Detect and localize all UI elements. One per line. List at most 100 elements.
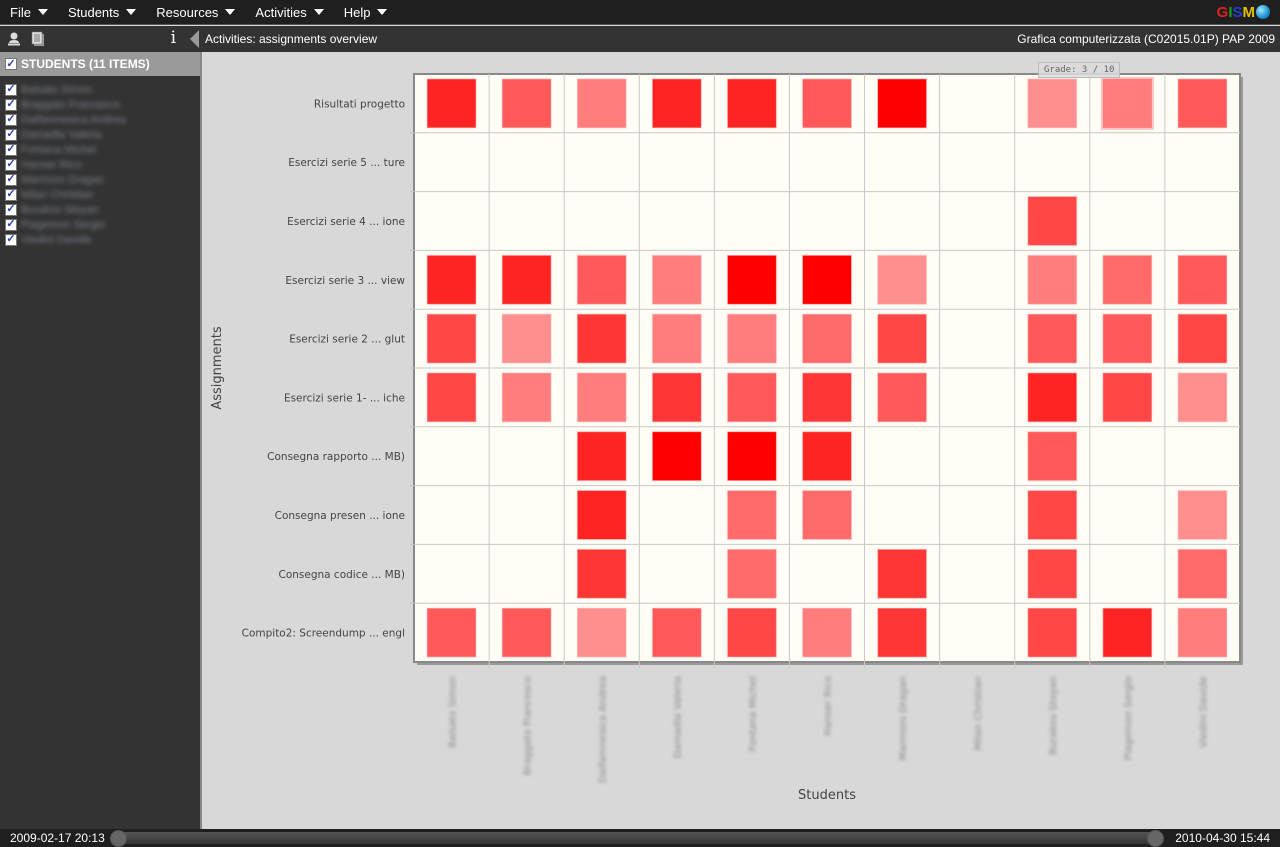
grade-cell[interactable] [426,607,477,658]
grade-cell[interactable] [1027,313,1078,364]
students-header[interactable]: ✓ STUDENTS (11 ITEMS) [0,52,200,76]
grade-cell[interactable] [501,254,552,305]
student-list-item[interactable]: ✓ Milan Christian [0,187,200,202]
grade-cell[interactable] [1027,78,1078,129]
grade-cell[interactable] [1027,372,1078,423]
grade-cell[interactable] [1177,607,1228,658]
student-list-item[interactable]: ✓ Viedini Davide [0,232,200,247]
grade-cell[interactable] [726,313,777,364]
student-list-item[interactable]: ✓ Fontana Michel [0,142,200,157]
grade-cell[interactable] [576,490,627,540]
menu-resources[interactable]: Resources [146,0,245,25]
grade-cell[interactable] [426,78,477,129]
grade-cell[interactable] [501,78,552,129]
grade-cell[interactable] [1177,254,1228,305]
menu-students[interactable]: Students [58,0,146,25]
student-checkbox[interactable]: ✓ [5,173,17,186]
student-list-item[interactable]: ✓ Piagemon Sergio [0,217,200,232]
grade-cell[interactable] [726,607,777,658]
grade-cell[interactable] [576,254,627,305]
student-checkbox[interactable]: ✓ [5,203,17,216]
grade-cell[interactable] [576,78,627,129]
grade-cell[interactable] [802,607,852,658]
grade-cell[interactable] [877,548,928,599]
grade-cell[interactable] [1177,313,1228,364]
user-icon[interactable] [5,30,23,48]
grade-cell[interactable] [1027,548,1078,599]
student-checkbox[interactable]: ✓ [5,218,17,231]
student-checkbox[interactable]: ✓ [5,98,17,111]
grade-cell[interactable] [1027,196,1078,246]
grade-cell[interactable] [877,607,928,658]
student-checkbox[interactable]: ✓ [5,188,17,201]
document-icon[interactable] [29,30,47,48]
grade-cell[interactable] [877,78,928,129]
grade-cell[interactable] [426,372,477,423]
grade-cell[interactable] [802,431,852,482]
menu-help[interactable]: Help [334,0,398,25]
student-list-item[interactable]: ✓ Dalfamnesica Andrea [0,112,200,127]
student-list-item[interactable]: ✓ Damadla Valeria [0,127,200,142]
grade-cell[interactable] [576,548,627,599]
timeline-end-handle[interactable] [1147,830,1164,847]
grade-cell[interactable] [1177,372,1228,423]
grade-cell[interactable] [1177,490,1228,540]
grade-cell[interactable] [802,313,852,364]
grade-cell[interactable] [1100,76,1154,130]
info-icon[interactable]: i [171,28,176,48]
grade-cell[interactable] [501,607,552,658]
checkbox-all-students[interactable]: ✓ [5,58,17,70]
grade-cell[interactable] [1027,607,1078,658]
grade-cell[interactable] [576,607,627,658]
grade-cell[interactable] [802,254,852,305]
student-checkbox[interactable]: ✓ [5,158,17,171]
grade-cell[interactable] [1027,490,1078,540]
student-checkbox[interactable]: ✓ [5,83,17,96]
grade-cell[interactable] [802,490,852,540]
grade-cell[interactable] [726,548,777,599]
grade-cell[interactable] [1102,254,1153,305]
grade-cell[interactable] [651,313,702,364]
grade-cell[interactable] [877,313,928,364]
student-list-item[interactable]: ✓ Braggato Francesco [0,97,200,112]
grade-cell[interactable] [501,313,552,364]
grade-cell[interactable] [877,372,928,423]
grade-cell[interactable] [426,254,477,305]
student-checkbox[interactable]: ✓ [5,233,17,246]
grade-cell[interactable] [651,254,702,305]
student-checkbox[interactable]: ✓ [5,143,17,156]
grade-cell[interactable] [802,372,852,423]
student-list-item[interactable]: ✓ Marmoro Dragan [0,172,200,187]
grade-cell[interactable] [651,607,702,658]
timeline-slider-track[interactable] [110,830,1164,847]
grade-cell[interactable] [576,372,627,423]
grade-cell[interactable] [726,254,777,305]
grade-cell[interactable] [726,490,777,540]
menu-file[interactable]: File [0,0,58,25]
student-list-item[interactable]: ✓ Hanser Rico [0,157,200,172]
timeline-start-handle[interactable] [110,830,127,847]
grade-cell[interactable] [1102,372,1153,423]
grade-cell[interactable] [1102,313,1153,364]
grade-cell[interactable] [1102,607,1153,658]
menu-activities[interactable]: Activities [245,0,333,25]
collapse-sidebar-handle[interactable] [190,30,199,48]
student-checkbox[interactable]: ✓ [5,113,17,126]
grade-cell[interactable] [651,78,702,129]
grade-cell[interactable] [1177,78,1228,129]
student-checkbox[interactable]: ✓ [5,128,17,141]
grade-cell[interactable] [426,313,477,364]
grade-cell[interactable] [1027,254,1078,305]
grade-cell[interactable] [576,431,627,482]
grade-cell[interactable] [1177,548,1228,599]
student-list-item[interactable]: ✓ Balsato Simon [0,82,200,97]
grade-cell[interactable] [651,372,702,423]
grade-cell[interactable] [726,372,777,423]
grade-cell[interactable] [877,254,928,305]
grade-cell[interactable] [802,78,852,129]
grade-cell[interactable] [726,431,777,482]
grade-cell[interactable] [501,372,552,423]
grade-cell[interactable] [576,313,627,364]
grade-cell[interactable] [1027,431,1078,482]
grade-cell[interactable] [651,431,702,482]
